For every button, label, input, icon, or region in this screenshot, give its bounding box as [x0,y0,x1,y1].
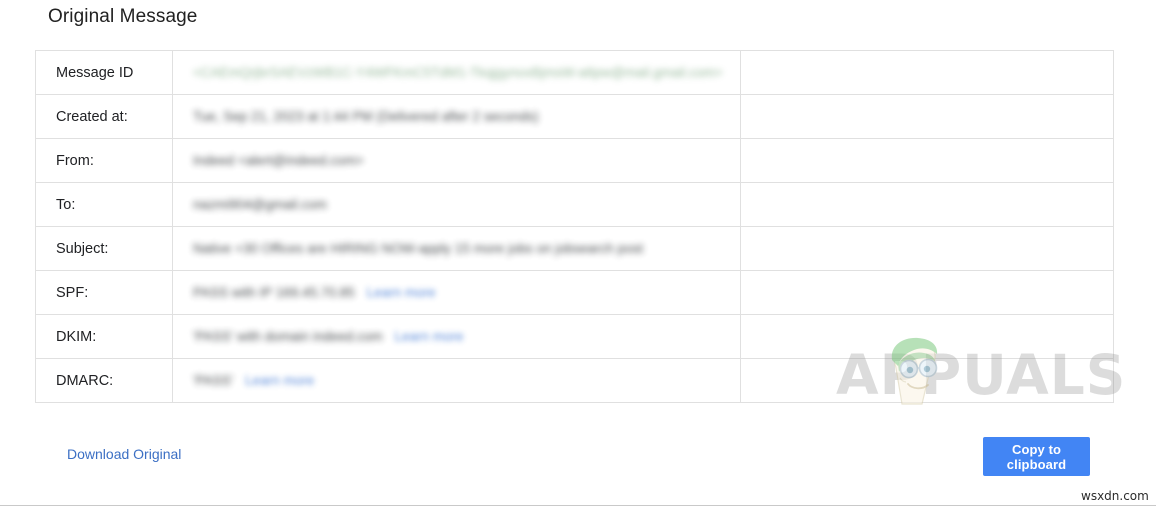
row-value-cell: <CAEmQrjbrSAEVzWB1C-Y4WFKmC5TdM1-Tkqjgyn… [172,50,741,95]
row-value-cell: 'PASS' Learn more [172,358,741,403]
from-value: Indeed <alert@indeed.com> [193,153,364,169]
copy-to-clipboard-button[interactable]: Copy to clipboard [983,437,1090,476]
page-title: Original Message [48,6,198,27]
row-label-cell: Message ID [35,50,173,95]
table-row: To: nazmi904@gmail.com [35,182,1114,227]
row-extra-cell [740,138,1114,183]
dkim-learn-more-link[interactable]: Learn more [395,329,464,344]
row-label: Message ID [56,64,134,81]
row-value-cell: Native +30 Offices are HIRING NOW-apply … [172,226,741,271]
dmarc-value: 'PASS' [193,373,234,389]
row-label-cell: SPF: [35,270,173,315]
row-value-cell: nazmi904@gmail.com [172,182,741,227]
row-extra-cell [740,94,1114,139]
row-label-cell: To: [35,182,173,227]
row-extra-cell [740,314,1114,359]
table-row: SPF: PASS with IP 169.45.70.85 Learn more [35,270,1114,315]
row-label: SPF: [56,284,89,301]
site-watermark: wsxdn.com [1081,489,1149,503]
row-value-cell: Tue, Sep 21, 2023 at 1:44 PM (Delivered … [172,94,741,139]
to-value: nazmi904@gmail.com [193,197,327,213]
row-value-cell: Indeed <alert@indeed.com> [172,138,741,183]
row-extra-cell [740,270,1114,315]
row-label: From: [56,152,94,169]
table-row: Subject: Native +30 Offices are HIRING N… [35,226,1114,271]
row-label-cell: DMARC: [35,358,173,403]
table-row: DKIM: 'PASS' with domain indeed.com Learn… [35,314,1114,359]
footer-actions: Download Original Copy to clipboard [0,430,1156,490]
spf-learn-more-link[interactable]: Learn more [367,285,436,300]
row-label: DKIM: [56,328,97,345]
row-label: Subject: [56,240,109,257]
row-extra-cell [740,182,1114,227]
original-message-table: Message ID <CAEmQrjbrSAEVzWB1C-Y4WFKmC5T… [35,50,1114,403]
row-extra-cell [740,50,1114,95]
dmarc-learn-more-link[interactable]: Learn more [245,373,314,388]
message-id-value: <CAEmQrjbrSAEVzWB1C-Y4WFKmC5TdM1-Tkqjgyn… [193,65,723,81]
created-at-value: Tue, Sep 21, 2023 at 1:44 PM (Delivered … [193,109,539,125]
row-extra-cell [740,358,1114,403]
table-row: Message ID <CAEmQrjbrSAEVzWB1C-Y4WFKmC5T… [35,50,1114,95]
table-row: DMARC: 'PASS' Learn more [35,358,1114,403]
row-label-cell: Created at: [35,94,173,139]
bottom-divider [0,505,1156,506]
row-label: To: [56,196,76,213]
row-label-cell: From: [35,138,173,183]
dkim-value: 'PASS' with domain indeed.com [193,329,383,345]
download-original-link[interactable]: Download Original [67,446,181,462]
spf-value: PASS with IP 169.45.70.85 [193,285,355,301]
table-row: Created at: Tue, Sep 21, 2023 at 1:44 PM… [35,94,1114,139]
subject-value: Native +30 Offices are HIRING NOW-apply … [193,241,644,257]
table-row: From: Indeed <alert@indeed.com> [35,138,1114,183]
row-extra-cell [740,226,1114,271]
row-label: DMARC: [56,372,114,389]
row-value-cell: 'PASS' with domain indeed.com Learn more [172,314,741,359]
row-label-cell: DKIM: [35,314,173,359]
row-label-cell: Subject: [35,226,173,271]
row-value-cell: PASS with IP 169.45.70.85 Learn more [172,270,741,315]
row-label: Created at: [56,108,128,125]
table-body: Message ID <CAEmQrjbrSAEVzWB1C-Y4WFKmC5T… [35,50,1114,403]
